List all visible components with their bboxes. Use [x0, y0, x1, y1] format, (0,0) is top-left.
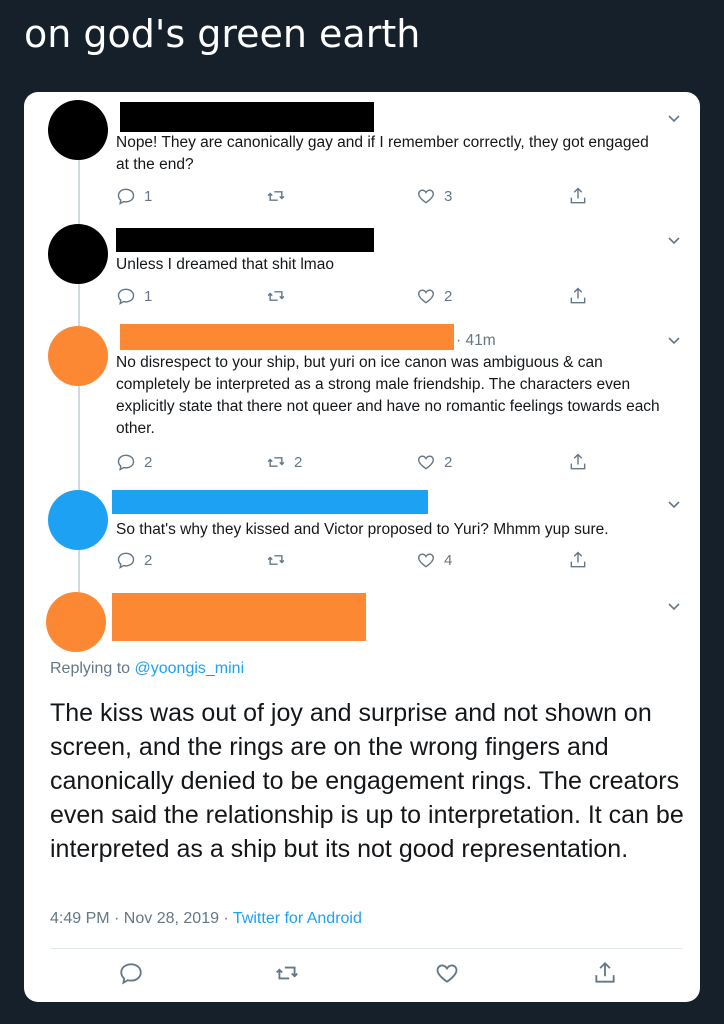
redacted-username: [112, 490, 428, 514]
retweet-button[interactable]: [266, 186, 294, 206]
share-button[interactable]: [592, 960, 618, 986]
redacted-username: [116, 228, 374, 252]
thread-line: [78, 550, 80, 592]
like-button[interactable]: 3: [416, 186, 452, 206]
tweet-actions: 1 2: [116, 286, 616, 308]
main-tweet-actions: [24, 960, 700, 990]
tweet-actions: 1 3: [116, 186, 616, 208]
avatar[interactable]: [46, 592, 106, 652]
like-button[interactable]: 4: [416, 550, 452, 570]
share-button[interactable]: [568, 452, 588, 472]
divider: [50, 948, 682, 949]
redacted-username: [120, 102, 374, 132]
thread-line: [78, 384, 80, 492]
reply-button[interactable]: [118, 960, 144, 986]
share-button[interactable]: [568, 550, 588, 570]
retweet-button[interactable]: [266, 550, 294, 570]
reply-icon: [117, 454, 135, 471]
like-icon: [436, 964, 458, 983]
reply-button[interactable]: 2: [116, 550, 152, 570]
retweet-button[interactable]: [274, 960, 300, 986]
retweet-icon: [267, 191, 285, 201]
reply-button[interactable]: 1: [116, 286, 152, 306]
redacted-username: [112, 593, 366, 641]
avatar[interactable]: [48, 100, 108, 160]
reply-count: 1: [144, 187, 153, 205]
like-count: 2: [444, 287, 453, 305]
avatar[interactable]: [48, 490, 108, 550]
avatar[interactable]: [48, 326, 108, 386]
chevron-down-icon[interactable]: [666, 496, 682, 512]
reply-button[interactable]: 1: [116, 186, 152, 206]
reply-button[interactable]: 2: [116, 452, 152, 472]
redacted-username: [120, 324, 454, 350]
tweet-text: Nope! They are canonically gay and if I …: [116, 134, 649, 173]
tweet-text: No disrespect to your ship, but yuri on …: [116, 354, 660, 437]
like-count: 4: [444, 551, 453, 569]
like-icon: [418, 455, 434, 470]
retweet-icon: [267, 555, 285, 565]
main-tweet-text: The kiss was out of joy and surprise and…: [50, 699, 684, 863]
reply-count: 1: [144, 287, 153, 305]
retweet-icon: [267, 457, 285, 467]
tweet-metadata: 4:49 PM · Nov 28, 2019 · Twitter for And…: [50, 910, 362, 928]
reply-count: 2: [144, 551, 153, 569]
tweet-actions: 2 4: [116, 550, 616, 572]
tweet-client-link[interactable]: Twitter for Android: [233, 910, 362, 927]
like-icon: [418, 553, 434, 568]
like-icon: [418, 289, 434, 304]
tweet-time: · 41m: [456, 332, 496, 349]
share-button[interactable]: [568, 286, 588, 306]
chevron-down-icon[interactable]: [666, 232, 682, 248]
thread-line: [78, 158, 80, 226]
share-icon: [570, 187, 586, 204]
share-icon: [595, 961, 615, 983]
share-icon: [570, 453, 586, 470]
tweet-thread-card: Nope! They are canonically gay and if I …: [24, 92, 700, 1002]
like-icon: [418, 189, 434, 204]
tweet-text: So that's why they kissed and Victor pro…: [116, 521, 609, 538]
like-count: 3: [444, 187, 453, 205]
caption-title: on god's green earth: [24, 12, 421, 56]
tweet-actions: 2 2 2: [116, 452, 616, 474]
share-icon: [570, 287, 586, 304]
retweet-count: 2: [294, 453, 303, 471]
chevron-down-icon[interactable]: [666, 332, 682, 348]
reply-count: 2: [144, 453, 153, 471]
reply-icon: [117, 288, 135, 305]
avatar[interactable]: [48, 224, 108, 284]
retweet-icon: [267, 291, 285, 301]
chevron-down-icon[interactable]: [666, 110, 682, 126]
reply-icon: [120, 963, 142, 985]
like-button[interactable]: [434, 960, 460, 986]
tweet-timestamp[interactable]: 4:49 PM · Nov 28, 2019 ·: [50, 910, 233, 927]
replying-prefix: Replying to: [50, 660, 131, 677]
replying-handle-link[interactable]: @yoongis_mini: [135, 660, 245, 677]
chevron-down-icon[interactable]: [666, 598, 682, 614]
replying-to: Replying to @yoongis_mini: [50, 660, 244, 678]
share-icon: [570, 551, 586, 568]
like-button[interactable]: 2: [416, 452, 452, 472]
tweet-text: Unless I dreamed that shit lmao: [116, 256, 334, 273]
reply-icon: [117, 188, 135, 205]
like-count: 2: [444, 453, 453, 471]
share-button[interactable]: [568, 186, 588, 206]
reply-icon: [117, 552, 135, 569]
like-button[interactable]: 2: [416, 286, 452, 306]
retweet-icon: [276, 966, 298, 980]
retweet-button[interactable]: 2: [266, 452, 302, 472]
retweet-button[interactable]: [266, 286, 294, 306]
